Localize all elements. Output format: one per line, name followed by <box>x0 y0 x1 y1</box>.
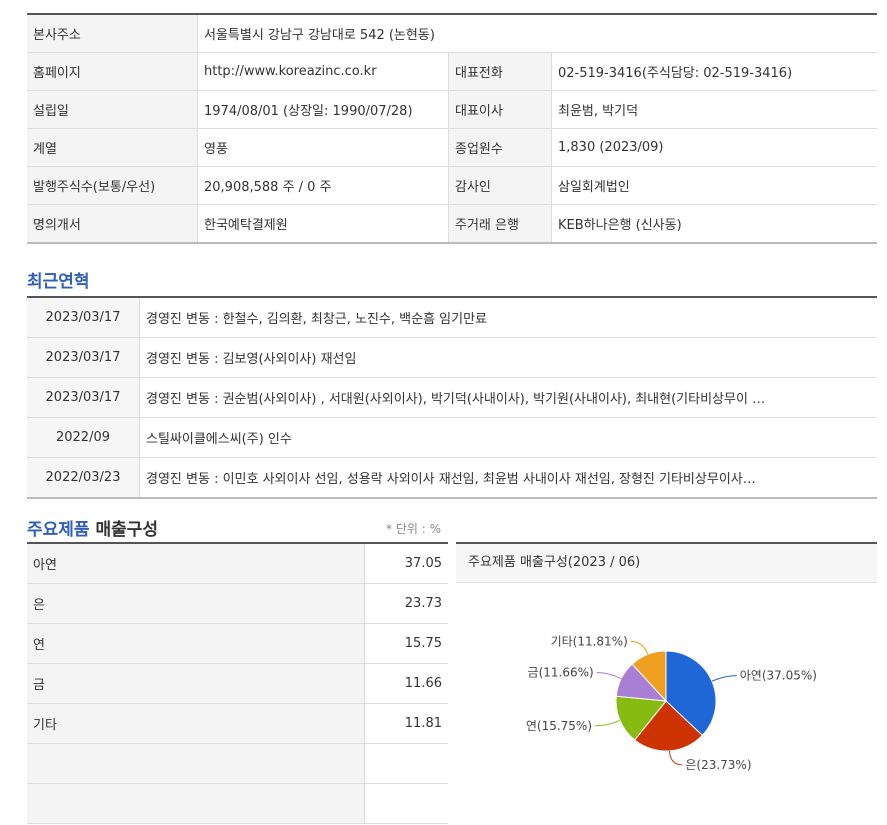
unit-note: * 단위 : % <box>386 522 441 536</box>
pie-label-0: 아연(37.05%) <box>740 669 817 683</box>
product-name: 은 <box>27 583 365 624</box>
product-name: 연 <box>27 623 365 664</box>
pie-leader-4 <box>630 640 649 655</box>
info-row: 발행주식수(보통/우선) 20,908,588 주 / 0 주 감사인 삼일회계… <box>27 166 877 205</box>
pie-chart: 아연(37.05%) 은(23.73%) 연(15.75%) 금(11.66%) 기타(… <box>526 634 817 772</box>
info-label: 명의개서 <box>27 204 198 244</box>
info-value: 1,830 (2023/09) <box>551 128 877 167</box>
info-value: 20,908,588 주 / 0 주 <box>197 166 449 205</box>
info-label: 계열 <box>27 128 198 167</box>
history-date: 2023/03/17 <box>27 377 140 418</box>
history-text: 경영진 변동 : 김보영(사외이사) 재선임 <box>139 337 877 378</box>
history-date: 2022/09 <box>27 417 140 458</box>
info-value: 1974/08/01 (상장일: 1990/07/28) <box>197 90 449 129</box>
info-value: 영풍 <box>197 128 449 167</box>
products-title: 주요제품 매출구성 <box>27 515 158 540</box>
info-value: 한국예탁결제원 <box>197 204 449 244</box>
info-label: 본사주소 <box>27 14 198 53</box>
pie-leader-1 <box>668 750 683 766</box>
pie-leader-3 <box>596 671 622 680</box>
product-share: 11.81 <box>364 703 448 744</box>
pie-label-3: 금(11.66%) <box>528 665 594 679</box>
products-table: 아연 37.05 은 23.73 연 15.75 금 11.66 기타 11.81 <box>27 542 448 824</box>
history-table: 2023/03/17 경영진 변동 : 한철수, 김의환, 최창근, 노진수, … <box>27 296 877 499</box>
product-share: 37.05 <box>364 543 448 584</box>
history-title: 최근연혁 <box>27 272 90 292</box>
product-row: 금 11.66 <box>27 663 448 704</box>
info-row: 계열 영풍 종업원수 1,830 (2023/09) <box>27 128 877 167</box>
history-text: 경영진 변동 : 이민호 사외이사 선임, 성용락 사외이사 재선임, 최윤범 … <box>139 457 877 499</box>
history-row: 2023/03/17 경영진 변동 : 한철수, 김의환, 최창근, 노진수, … <box>27 297 877 338</box>
product-name: 기타 <box>27 703 365 744</box>
pie-leader-2 <box>595 719 621 727</box>
info-label: 감사인 <box>448 166 552 205</box>
product-share <box>364 783 448 824</box>
history-text: 경영진 변동 : 권순범(사외이사) , 서대원(사외이사), 박기덕(사내이사… <box>139 377 877 418</box>
product-share: 23.73 <box>364 583 448 624</box>
homepage-link[interactable]: http://www.koreazinc.co.kr <box>197 52 449 91</box>
pie-label-4: 기타(11.81%) <box>551 634 628 648</box>
history-row: 2023/03/17 경영진 변동 : 김보영(사외이사) 재선임 <box>27 337 877 378</box>
info-label: 주거래 은행 <box>448 204 552 244</box>
history-row: 2023/03/17 경영진 변동 : 권순범(사외이사) , 서대원(사외이사… <box>27 377 877 418</box>
info-row: 설립일 1974/08/01 (상장일: 1990/07/28) 대표이사 최윤… <box>27 90 877 129</box>
history-date: 2022/03/23 <box>27 457 140 499</box>
info-value: KEB하나은행 (신사동) <box>551 204 877 244</box>
history-row: 2022/03/23 경영진 변동 : 이민호 사외이사 선임, 성용락 사외이… <box>27 457 877 499</box>
pie-leader-0 <box>711 675 737 682</box>
history-row: 2022/09 스틸싸이클에스씨(주) 인수 <box>27 417 877 458</box>
product-row: 연 15.75 <box>27 623 448 664</box>
info-value: 02-519-3416(주식담당: 02-519-3416) <box>551 52 877 91</box>
product-share <box>364 743 448 784</box>
pie-label-1: 은(23.73%) <box>685 758 751 772</box>
info-value: 서울특별시 강남구 강남대로 542 (논현동) <box>197 14 877 53</box>
pie-label-2: 연(15.75%) <box>526 719 592 733</box>
history-text: 경영진 변동 : 한철수, 김의환, 최창근, 노진수, 백순흠 임기만료 <box>139 297 877 338</box>
products-title-main: 주요제품 <box>27 520 90 540</box>
info-row: 본사주소 서울특별시 강남구 강남대로 542 (논현동) <box>27 14 877 53</box>
info-value: 최윤범, 박기덕 <box>551 90 877 129</box>
product-name: 아연 <box>27 543 365 584</box>
info-label: 종업원수 <box>448 128 552 167</box>
chart-title: 주요제품 매출구성(2023 / 06) <box>456 544 877 583</box>
info-label: 발행주식수(보통/우선) <box>27 166 198 205</box>
products-title-sub: 매출구성 <box>95 520 159 540</box>
history-text: 스틸싸이클에스씨(주) 인수 <box>139 417 877 458</box>
history-date: 2023/03/17 <box>27 297 140 338</box>
product-row <box>27 743 448 784</box>
info-label: 홈페이지 <box>27 52 198 91</box>
product-row: 기타 11.81 <box>27 703 448 744</box>
product-row <box>27 783 448 824</box>
info-label: 대표이사 <box>448 90 552 129</box>
product-row: 아연 37.05 <box>27 543 448 584</box>
info-row: 홈페이지 http://www.koreazinc.co.kr 대표전화 02-… <box>27 52 877 91</box>
sales-chart-panel: 주요제품 매출구성(2023 / 06) 아연(37.05%) 은(23.73%)… <box>456 542 877 823</box>
product-share: 15.75 <box>364 623 448 664</box>
info-label: 대표전화 <box>448 52 552 91</box>
product-share: 11.66 <box>364 663 448 704</box>
info-value: 삼일회계법인 <box>551 166 877 205</box>
info-row: 명의개서 한국예탁결제원 주거래 은행 KEB하나은행 (신사동) <box>27 204 877 244</box>
product-name <box>27 783 365 824</box>
product-name: 금 <box>27 663 365 704</box>
company-info-table: 본사주소 서울특별시 강남구 강남대로 542 (논현동) 홈페이지 http:… <box>27 13 877 244</box>
info-label: 설립일 <box>27 90 198 129</box>
product-row: 은 23.73 <box>27 583 448 624</box>
history-date: 2023/03/17 <box>27 337 140 378</box>
product-name <box>27 743 365 784</box>
